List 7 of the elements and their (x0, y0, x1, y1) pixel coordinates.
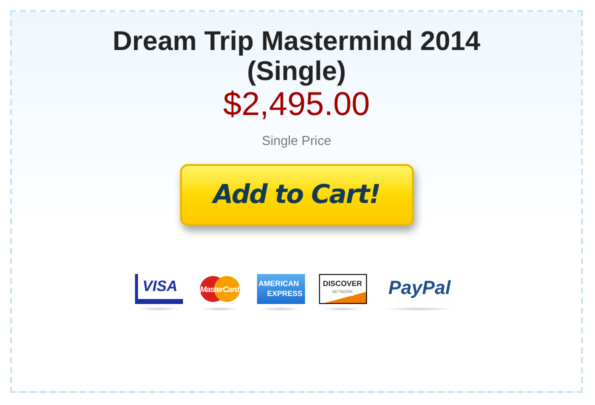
paypal-logo: PayPal (387, 277, 452, 301)
visa-logo: VISA (134, 274, 182, 304)
price-label: Single Price (262, 133, 332, 148)
add-to-cart-button[interactable]: Add to Cart! (180, 164, 414, 226)
price: $2,495.00 (223, 86, 370, 122)
product-title: Dream Trip Mastermind 2014 (Single) (112, 26, 482, 86)
mastercard-logo: MasterCard (196, 274, 242, 304)
